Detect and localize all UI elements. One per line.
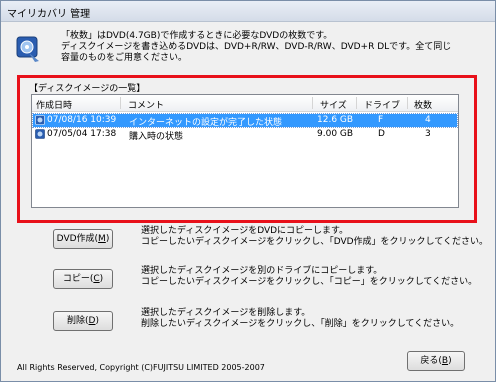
row-drive: D (378, 129, 385, 139)
dvd-create-description: 選択したディスクイメージをDVDにコピーします。 コピーしたいディスクイメージを… (141, 226, 489, 247)
disk-image-icon (35, 129, 45, 139)
copy-label: コピー(C) (62, 274, 104, 284)
table-row[interactable]: 07/08/16 10:39 インターネットの設定が完了した状態 12.6 GB… (32, 113, 458, 128)
recovery-manager-window: マイリカバリ 管理 「枚数」はDVD(4.7GB)で作成するときに必要なDVDの… (0, 0, 496, 382)
dvd-create-button[interactable]: DVD作成(M) (53, 229, 113, 249)
column-separator (356, 97, 357, 109)
column-count[interactable]: 枚数 (414, 98, 432, 111)
row-size: 12.6 GB (317, 115, 354, 125)
delete-button[interactable]: 削除(D) (53, 311, 113, 331)
delete-description: 選択したディスクイメージを削除します。 削除したいディスクイメージをクリックし、… (141, 308, 460, 329)
column-drive[interactable]: ドライブ (364, 98, 400, 111)
back-label: 戻る(B) (420, 356, 452, 366)
disk-image-icon (35, 115, 45, 125)
title-bar: マイリカバリ 管理 (1, 1, 495, 22)
disk-image-list[interactable]: 作成日時 コメント サイズ ドライブ 枚数 07/08/16 10:39 インタ… (31, 94, 459, 208)
disk-image-list-title: 【ディスクイメージの一覧】 (29, 84, 146, 94)
column-comment[interactable]: コメント (128, 98, 164, 111)
copy-description: 選択したディスクイメージを別のドライブにコピーします。 コピーしたいディスクイメ… (141, 266, 478, 287)
recovery-disk-icon (16, 36, 39, 62)
column-separator (120, 97, 121, 109)
row-count: 3 (425, 129, 431, 139)
row-count: 4 (425, 115, 431, 125)
intro-line-3: 容量のものをご用意ください。 (61, 53, 188, 63)
list-header: 作成日時 コメント サイズ ドライブ 枚数 (32, 95, 458, 112)
dvd-create-label: DVD作成(M) (56, 234, 110, 244)
table-row[interactable]: 07/05/04 17:38 購入時の状態 9.00 GB D 3 (33, 128, 457, 142)
copy-button[interactable]: コピー(C) (53, 269, 113, 289)
copyright-text: All Rights Reserved, Copyright (C)FUJITS… (17, 363, 265, 372)
row-comment: インターネットの設定が完了した状態 (129, 118, 283, 128)
row-size: 9.00 GB (317, 129, 354, 139)
intro-line-2: ディスクイメージを書き込めるDVDは、DVD+R/RW、DVD-R/RW、DVD… (61, 42, 452, 52)
column-size[interactable]: サイズ (320, 98, 347, 111)
column-date[interactable]: 作成日時 (36, 98, 72, 111)
column-separator (407, 97, 408, 109)
back-button[interactable]: 戻る(B) (407, 351, 465, 371)
row-comment: 購入時の状態 (129, 132, 184, 142)
row-date: 07/05/04 17:38 (47, 129, 117, 139)
window-title: マイリカバリ 管理 (7, 9, 91, 20)
intro-line-1: 「枚数」はDVD(4.7GB)で作成するときに必要なDVDの枚数です。 (61, 31, 333, 41)
delete-label: 削除(D) (67, 316, 99, 326)
row-drive: F (378, 115, 384, 125)
column-separator (312, 97, 313, 109)
row-date: 07/08/16 10:39 (47, 115, 117, 125)
intro-text: 「枚数」はDVD(4.7GB)で作成するときに必要なDVDの枚数です。 ディスク… (61, 31, 481, 64)
